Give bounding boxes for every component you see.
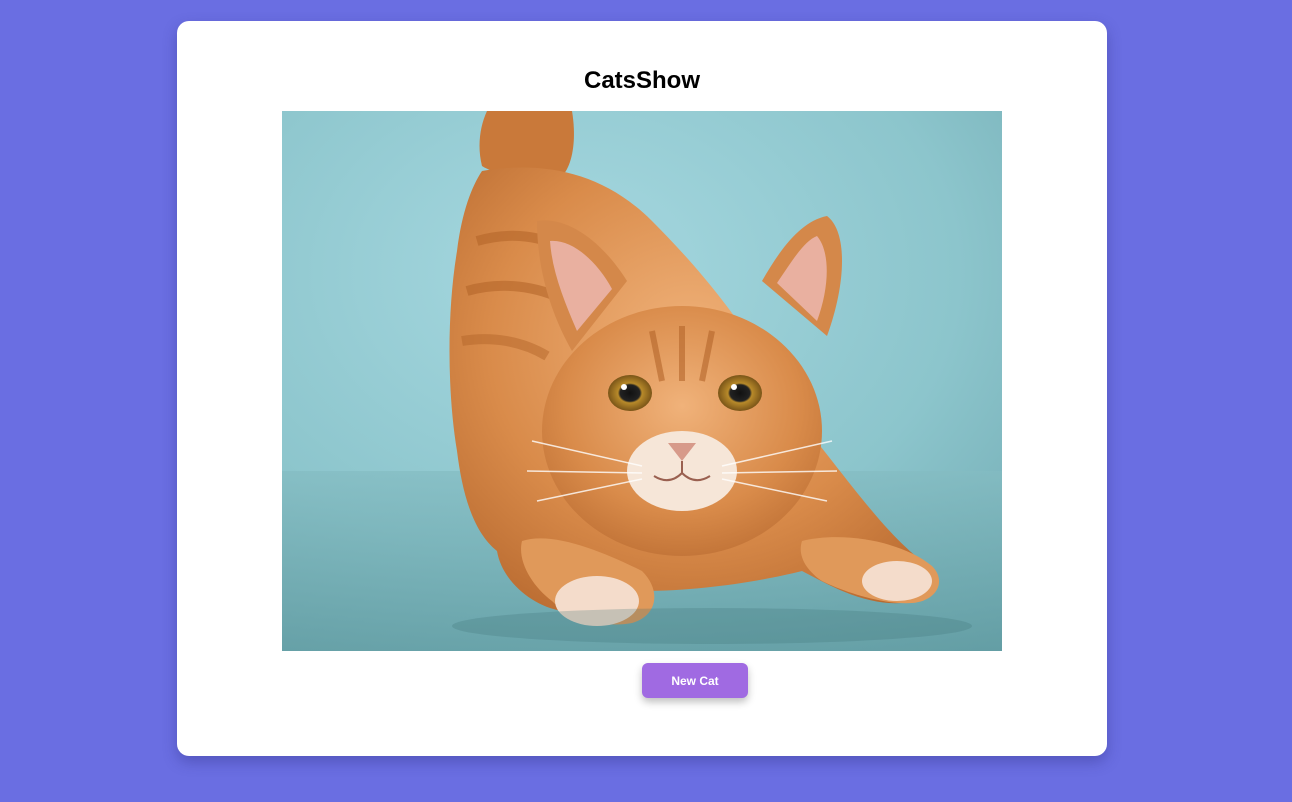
page-title: CatsShow — [583, 67, 700, 94]
cat-image — [282, 111, 1002, 651]
main-card: CatsShow New Cat — [177, 21, 1107, 756]
new-cat-button[interactable]: New Cat — [642, 663, 748, 698]
